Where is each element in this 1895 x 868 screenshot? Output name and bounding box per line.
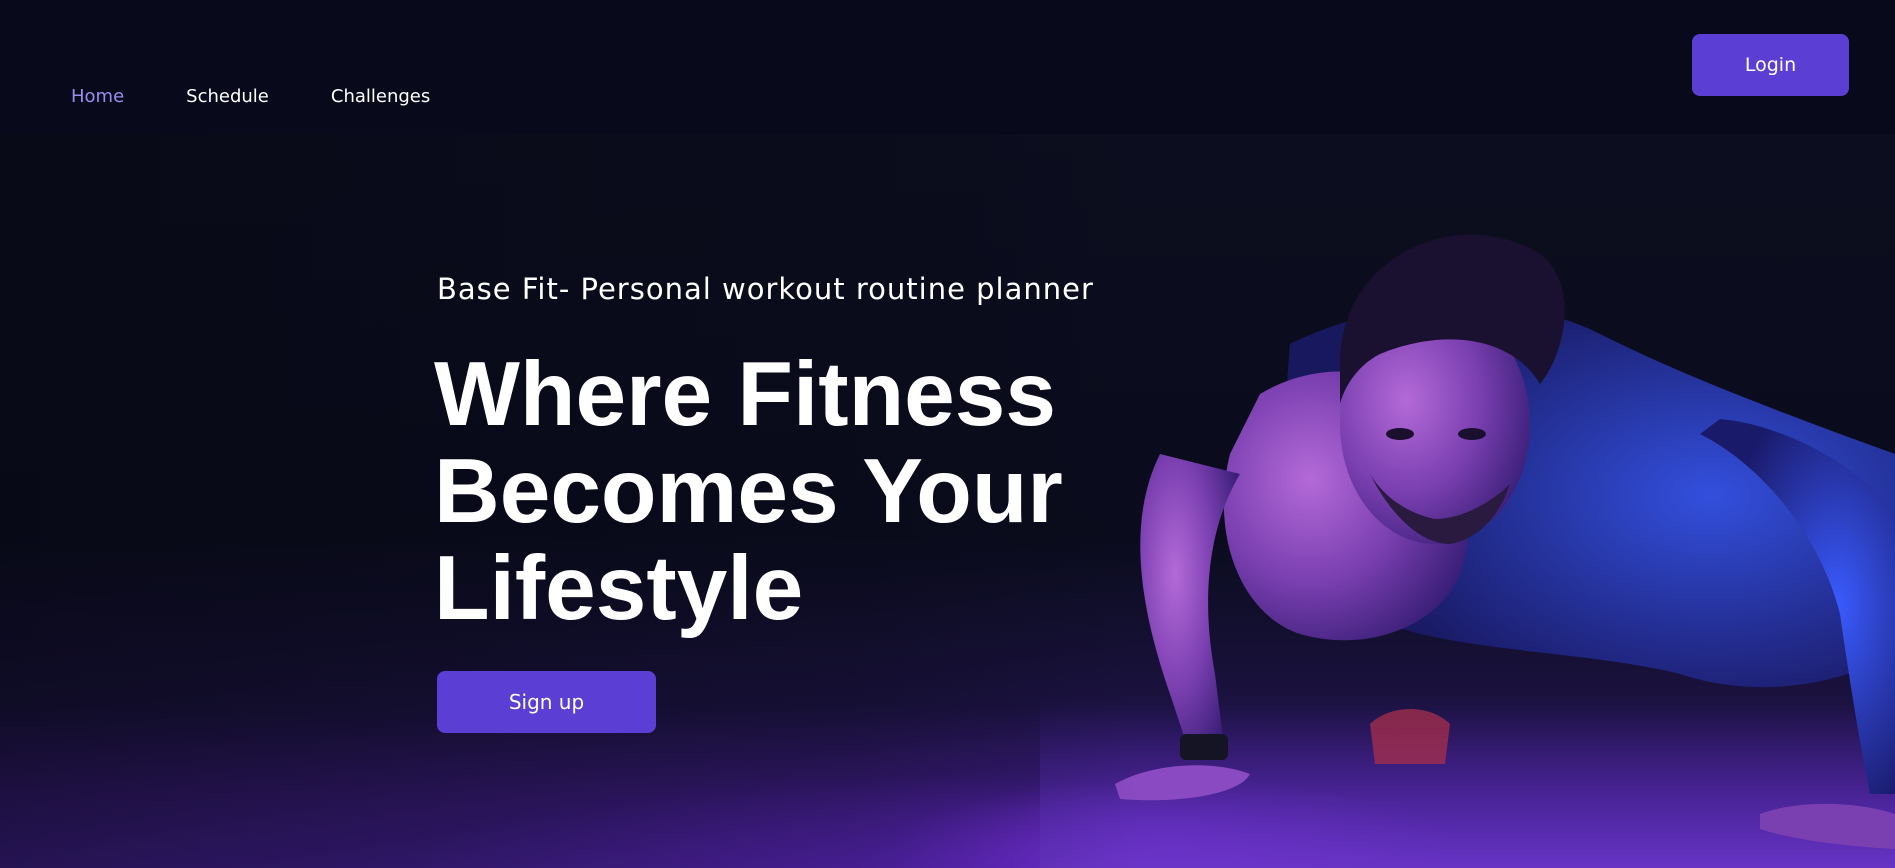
headline-line: Lifestyle — [434, 538, 804, 639]
headline-line: Becomes Your — [434, 441, 1063, 542]
site-header: Home Schedule Challenges Login — [0, 0, 1895, 134]
hero-subtitle: Base Fit- Personal workout routine plann… — [437, 272, 1094, 306]
nav-item-schedule[interactable]: Schedule — [186, 86, 269, 107]
nav-item-home[interactable]: Home — [71, 86, 124, 107]
hero-headline: Where Fitness Becomes Your Lifestyle — [434, 346, 1194, 637]
headline-line: Where Fitness — [434, 344, 1056, 445]
login-button[interactable]: Login — [1692, 34, 1849, 96]
main-nav: Home Schedule Challenges — [71, 86, 430, 107]
nav-item-challenges[interactable]: Challenges — [331, 86, 430, 107]
page: Home Schedule Challenges Login Base Fit-… — [0, 0, 1895, 868]
signup-button[interactable]: Sign up — [437, 671, 656, 733]
